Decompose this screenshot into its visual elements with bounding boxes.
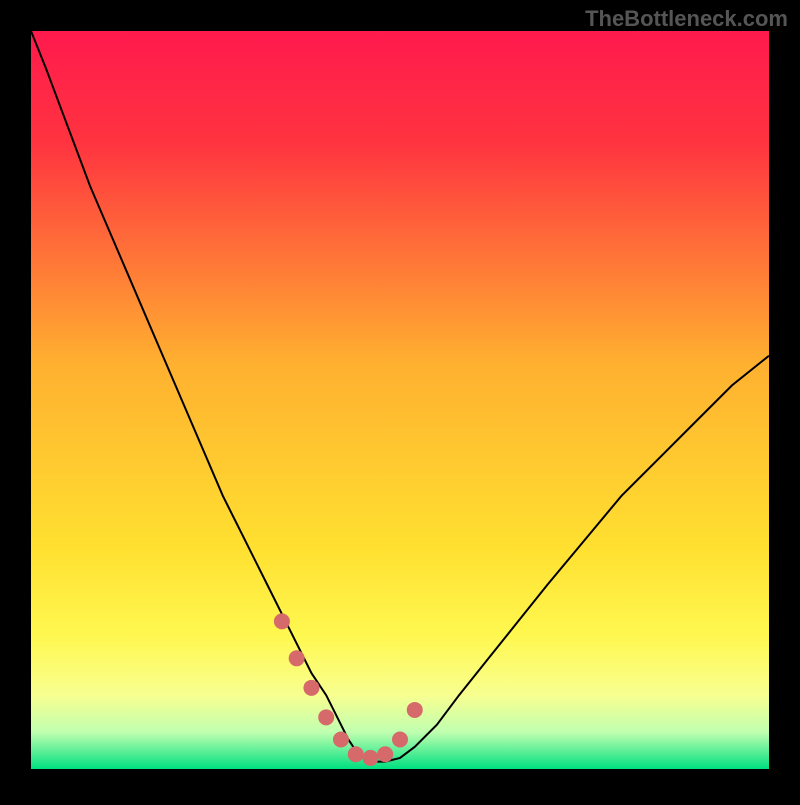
marker-dot bbox=[303, 680, 319, 696]
bottleneck-chart bbox=[0, 0, 800, 800]
chart-svg bbox=[0, 0, 800, 800]
marker-dot bbox=[348, 746, 364, 762]
marker-dot bbox=[362, 750, 378, 766]
marker-dot bbox=[377, 746, 393, 762]
marker-dot bbox=[274, 613, 290, 629]
watermark-text: TheBottleneck.com bbox=[585, 6, 788, 32]
gradient-background bbox=[31, 31, 769, 769]
marker-dot bbox=[392, 731, 408, 747]
marker-dot bbox=[407, 702, 423, 718]
marker-dot bbox=[289, 650, 305, 666]
marker-dot bbox=[318, 709, 334, 725]
marker-dot bbox=[333, 731, 349, 747]
